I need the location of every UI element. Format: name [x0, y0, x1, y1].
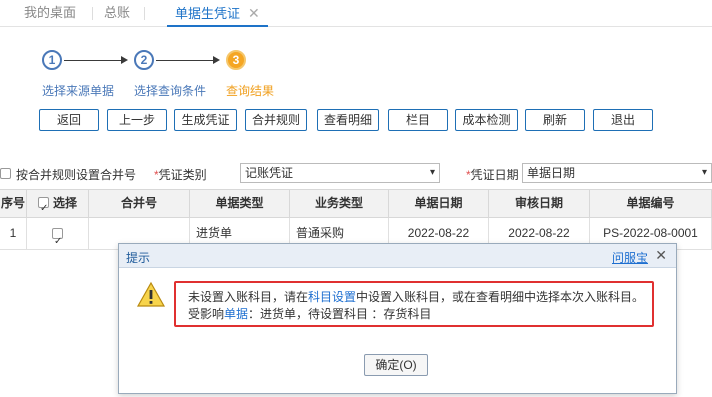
col-audit-date: 审核日期: [489, 190, 590, 217]
prev-step-button[interactable]: 上一步: [107, 109, 167, 131]
select-all-checkbox[interactable]: [37, 195, 49, 222]
message-text: 未设置入账科目，请在: [188, 290, 309, 304]
col-biz-type: 业务类型: [290, 190, 389, 217]
step-2-circle: 2: [134, 50, 154, 70]
refresh-button[interactable]: 刷新: [525, 109, 585, 131]
message-text: 中设置入账科目，或在查看明细中选择本次入账科目。: [356, 290, 645, 304]
step-connector: [64, 60, 122, 61]
col-doc-date: 单据日期: [389, 190, 489, 217]
tab-separator: [92, 7, 93, 20]
cost-check-button[interactable]: 成本检测: [455, 109, 518, 131]
ok-button[interactable]: 确定(O): [364, 354, 428, 376]
generate-voucher-button[interactable]: 生成凭证: [174, 109, 237, 131]
account-setting-link[interactable]: 科目设置: [308, 290, 356, 304]
tab-doc-to-voucher[interactable]: 单据生凭证 ✕: [167, 0, 268, 27]
col-doc-no: 单据编号: [590, 190, 712, 217]
col-merge-no: 合并号: [89, 190, 190, 217]
step-1-label[interactable]: 选择来源单据: [42, 82, 114, 99]
col-select-label: 选择: [52, 196, 77, 210]
step-connector: [156, 60, 214, 61]
chevron-down-icon: ▾: [429, 167, 435, 178]
voucher-date-select[interactable]: 单据日期 ▾: [522, 163, 712, 183]
merge-rule-button[interactable]: 合并规则: [245, 109, 307, 131]
step-3-label: 查询结果: [226, 84, 275, 98]
row-select-checkbox[interactable]: [52, 226, 63, 249]
voucher-type-label: *凭证类别: [154, 166, 207, 183]
tab-general-ledger[interactable]: 总账: [104, 0, 130, 27]
back-button[interactable]: 返回: [39, 109, 99, 131]
prompt-dialog: 提示 问服宝 ✕ 未设置入账科目，请在科目设置中设置入账科目，或在查看明细中选择…: [118, 243, 677, 394]
step-arrow-icon: [121, 56, 128, 64]
error-message-box: 未设置入账科目，请在科目设置中设置入账科目，或在查看明细中选择本次入账科目。 受…: [174, 281, 654, 327]
chevron-down-icon: ▾: [701, 167, 707, 178]
dialog-title: 提示: [126, 251, 151, 265]
cell-select[interactable]: [27, 218, 89, 249]
col-select[interactable]: 选择: [27, 190, 89, 222]
cell-seq: 1: [0, 218, 27, 249]
voucher-date-value: 单据日期: [527, 166, 576, 180]
tab-doc-to-voucher-label: 单据生凭证: [175, 6, 241, 21]
help-link[interactable]: 问服宝: [612, 249, 648, 266]
step-1-circle: 1: [42, 50, 62, 70]
view-detail-button[interactable]: 查看明细: [317, 109, 379, 131]
columns-button[interactable]: 栏目: [388, 109, 448, 131]
col-seq: 序号: [0, 190, 27, 217]
col-doc-type: 单据类型: [190, 190, 290, 217]
exit-button[interactable]: 退出: [593, 109, 653, 131]
dialog-title-bar[interactable]: 提示 问服宝 ✕: [119, 244, 676, 268]
tab-separator: [144, 7, 145, 20]
step-2-label[interactable]: 选择查询条件: [134, 82, 206, 99]
tab-close-icon[interactable]: ✕: [248, 0, 260, 26]
tab-my-desktop[interactable]: 我的桌面: [24, 0, 76, 27]
message-line-1: 未设置入账科目，请在科目设置中设置入账科目，或在查看明细中选择本次入账科目。: [188, 288, 644, 305]
merge-by-rule-label: 按合并规则设置合并号: [16, 168, 137, 182]
voucher-date-label-text: 凭证日期: [470, 168, 519, 182]
step-3-circle: 3: [226, 50, 246, 70]
table-header: 序号 选择 合并号 单据类型 业务类型 单据日期 审核日期 单据编号: [0, 189, 712, 222]
merge-by-rule-checkbox[interactable]: [0, 168, 11, 179]
tab-bar: 我的桌面 总账 单据生凭证 ✕: [0, 0, 712, 27]
voucher-type-value: 记账凭证: [245, 166, 294, 180]
warning-icon: [136, 281, 166, 309]
document-link[interactable]: 单据: [224, 307, 248, 321]
message-text: 受影响: [188, 307, 225, 321]
voucher-date-label: *凭证日期: [466, 166, 519, 183]
close-icon[interactable]: ✕: [655, 247, 667, 264]
message-line-2: 受影响单据：进货单，待设置科目 ：存货科目: [188, 305, 431, 322]
voucher-type-select[interactable]: 记账凭证 ▾: [240, 163, 440, 183]
message-text: ：进货单，待设置科目 ：存货科目: [248, 307, 432, 321]
step-arrow-icon: [213, 56, 220, 64]
voucher-type-label-text: 凭证类别: [158, 168, 207, 182]
